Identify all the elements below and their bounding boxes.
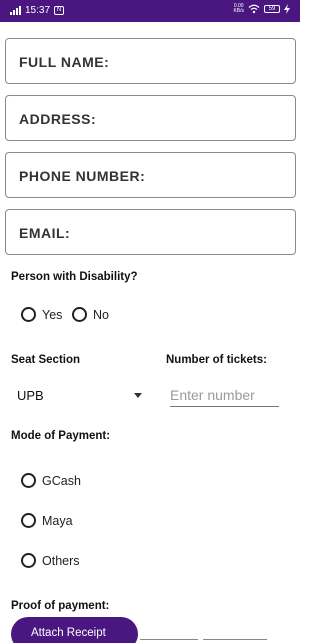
radio-gcash-label: GCash: [42, 473, 81, 488]
phone-number-label: PHONE NUMBER:: [19, 168, 146, 184]
radio-no-circle[interactable]: [72, 307, 87, 322]
radio-no[interactable]: No: [72, 307, 109, 322]
radio-others[interactable]: Others: [21, 553, 80, 568]
seat-section-value: UPB: [17, 388, 44, 403]
radio-yes-circle[interactable]: [21, 307, 36, 322]
email-label: EMAIL:: [19, 225, 71, 241]
status-bar: 15:37 N 0.00 KB/s 59: [0, 0, 300, 22]
net-speed: 0.00 KB/s: [233, 4, 244, 14]
radio-yes[interactable]: Yes: [21, 307, 62, 322]
full-name-field[interactable]: FULL NAME:: [5, 38, 296, 84]
address-field[interactable]: ADDRESS:: [5, 95, 296, 141]
radio-maya-label: Maya: [42, 513, 73, 528]
radio-yes-label: Yes: [42, 307, 63, 322]
address-label: ADDRESS:: [19, 111, 97, 127]
status-right: 0.00 KB/s 59: [233, 4, 290, 14]
dropdown-arrow-icon[interactable]: [134, 393, 142, 398]
status-left: 15:37 N: [10, 5, 65, 16]
seat-section-dropdown[interactable]: UPB: [17, 386, 142, 406]
tickets-placeholder: Enter number: [170, 387, 255, 403]
payment-label: Mode of Payment:: [11, 430, 111, 442]
battery-icon: 59: [264, 5, 280, 13]
disability-label: Person with Disability?: [11, 271, 138, 283]
radio-gcash-circle[interactable]: [21, 473, 36, 488]
tickets-label: Number of tickets:: [166, 354, 267, 366]
signal-icon: [10, 6, 21, 15]
radio-no-label: No: [93, 307, 109, 322]
receipt-field-underline: [140, 639, 198, 640]
radio-others-label: Others: [42, 553, 80, 568]
net-speed-unit: KB/s: [233, 8, 244, 14]
radio-gcash[interactable]: GCash: [21, 473, 81, 488]
notification-icon: N: [54, 6, 65, 15]
radio-others-circle[interactable]: [21, 553, 36, 568]
full-name-label: FULL NAME:: [19, 54, 110, 70]
radio-maya[interactable]: Maya: [21, 513, 73, 528]
proof-label: Proof of payment:: [11, 600, 110, 612]
status-time: 15:37: [25, 5, 51, 16]
radio-maya-circle[interactable]: [21, 513, 36, 528]
charging-icon: [284, 4, 290, 14]
attach-receipt-button[interactable]: Attach Receipt: [11, 617, 138, 643]
seat-section-label: Seat Section: [11, 354, 81, 366]
receipt-field-underline: [203, 639, 267, 640]
phone-number-field[interactable]: PHONE NUMBER:: [5, 152, 296, 198]
email-field[interactable]: EMAIL:: [5, 209, 296, 255]
wifi-icon: [248, 4, 260, 14]
tickets-input[interactable]: Enter number: [170, 385, 279, 407]
